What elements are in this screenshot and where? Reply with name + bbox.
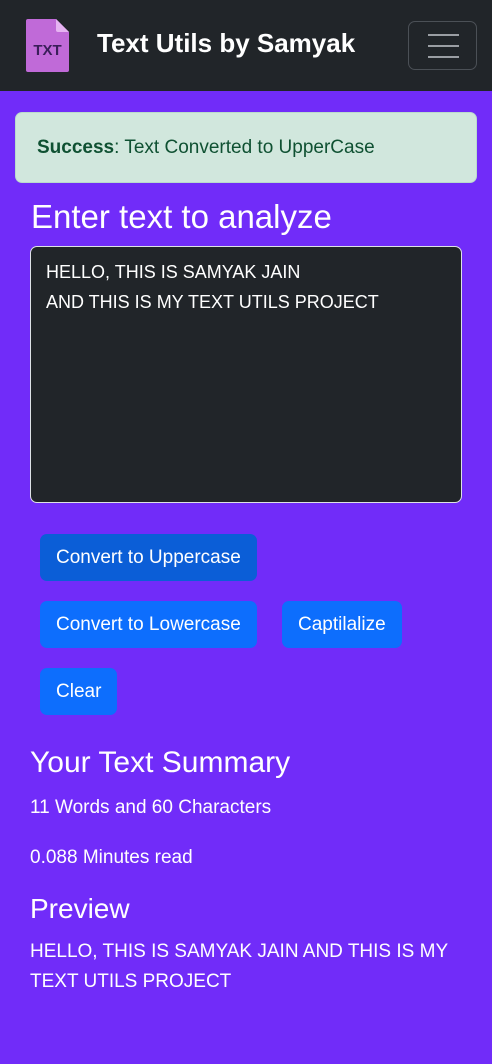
convert-uppercase-button[interactable]: Convert to Uppercase bbox=[40, 534, 257, 581]
form-heading: Enter text to analyze bbox=[31, 198, 332, 235]
txt-icon-label: TXT bbox=[33, 42, 61, 59]
alert-type: Success bbox=[37, 137, 115, 158]
alert-separator: : bbox=[114, 137, 125, 158]
txt-file-icon[interactable]: TXT bbox=[26, 19, 69, 72]
clear-button[interactable]: Clear bbox=[40, 668, 118, 715]
read-time: 0.088 Minutes read bbox=[30, 847, 193, 868]
capitalize-button[interactable]: Captilalize bbox=[282, 601, 402, 648]
navbar-toggler-button[interactable] bbox=[408, 21, 477, 70]
navbar: TXT Text Utils by Samyak bbox=[0, 0, 492, 91]
convert-lowercase-button[interactable]: Convert to Lowercase bbox=[40, 601, 257, 648]
success-alert: Success: Text Converted to UpperCase bbox=[15, 112, 477, 183]
word-char-count: 11 Words and 60 Characters bbox=[30, 797, 272, 818]
preview-text: HELLO, THIS IS SAMYAK JAIN AND THIS IS M… bbox=[30, 941, 448, 992]
brand-title[interactable]: Text Utils by Samyak bbox=[97, 28, 355, 59]
summary-title: Your Text Summary bbox=[30, 746, 291, 779]
preview-title: Preview bbox=[30, 893, 130, 924]
text-input-area[interactable]: HELLO, THIS IS SAMYAK JAIN AND THIS IS M… bbox=[30, 246, 462, 503]
alert-message: Text Converted to UpperCase bbox=[124, 137, 375, 158]
